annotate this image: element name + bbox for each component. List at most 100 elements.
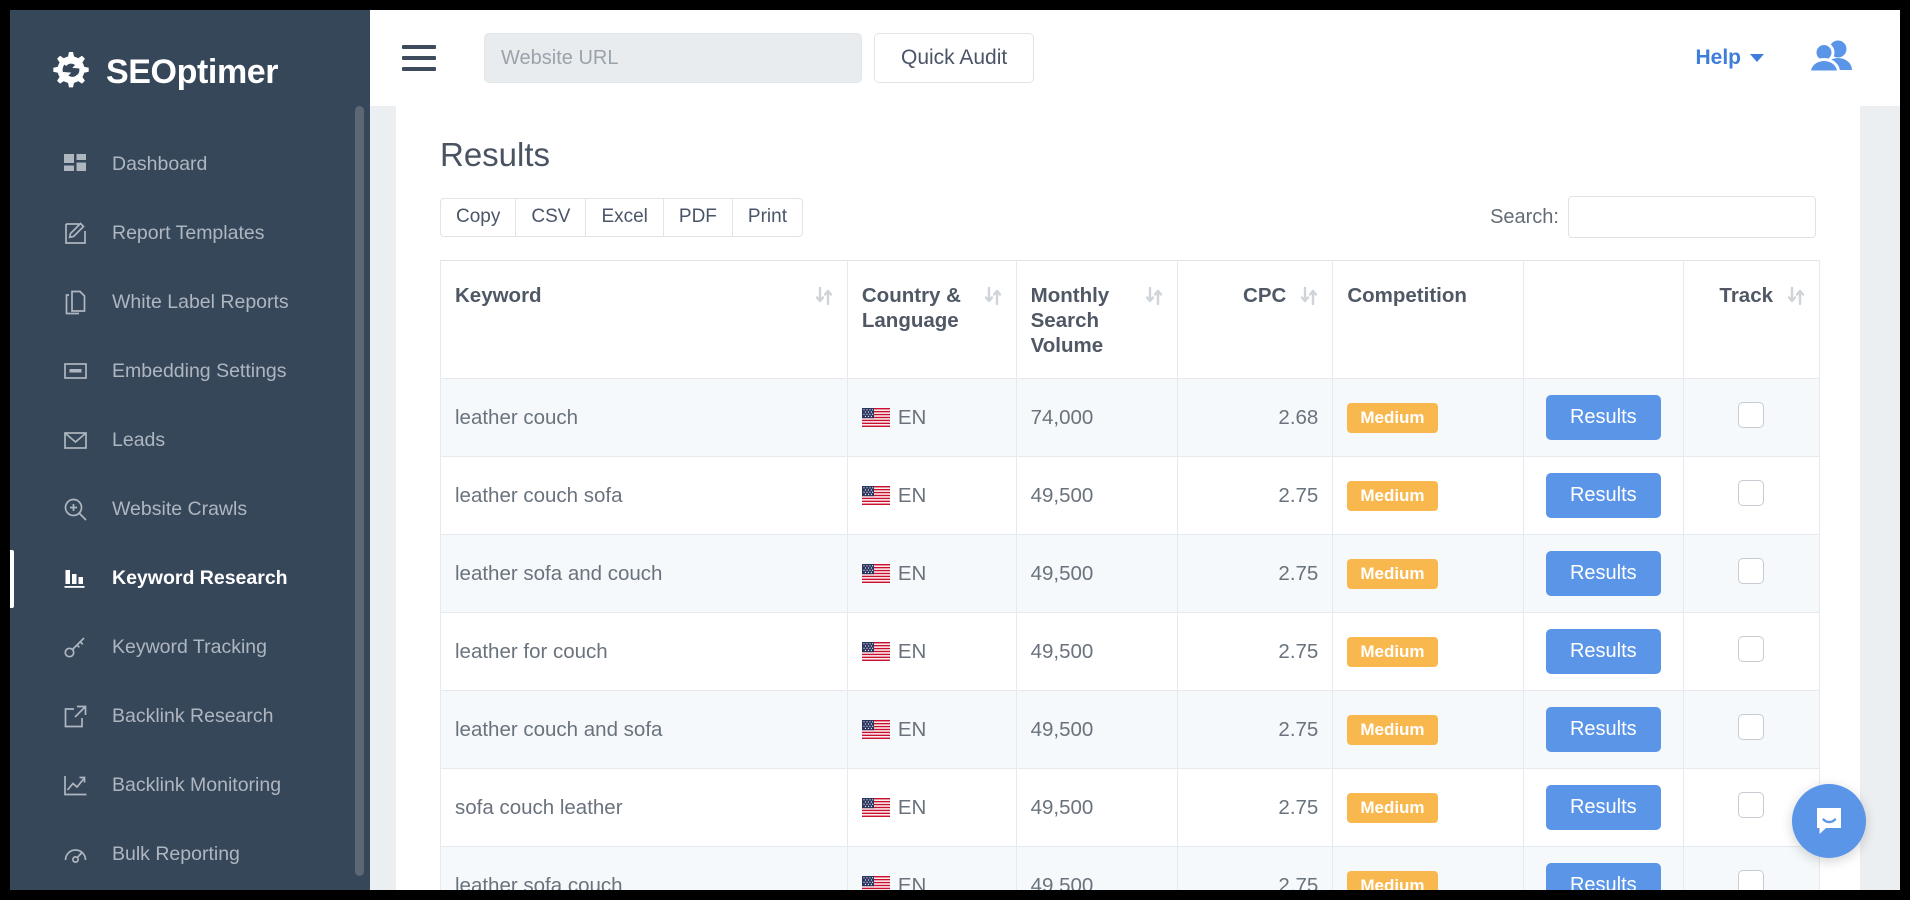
col-label: Country & Language [862, 283, 974, 333]
col-track[interactable]: Track [1683, 261, 1819, 379]
users-icon[interactable] [1808, 39, 1854, 78]
track-checkbox[interactable] [1738, 480, 1764, 506]
volume-value: 49,500 [1031, 562, 1094, 585]
us-flag-icon [862, 876, 898, 890]
brand-logo[interactable]: SEOptimer [10, 10, 370, 106]
track-checkbox[interactable] [1738, 558, 1764, 584]
results-button[interactable]: Results [1546, 629, 1661, 674]
pdf-button[interactable]: PDF [663, 198, 732, 237]
cell-country-language: EN [847, 613, 1016, 691]
track-checkbox[interactable] [1738, 870, 1764, 891]
sidebar-item-white-label-reports[interactable]: White Label Reports [10, 268, 370, 337]
website-url-input[interactable] [484, 33, 862, 83]
sidebar-item-keyword-research[interactable]: Keyword Research [10, 544, 370, 613]
col-country-language[interactable]: Country & Language [847, 261, 1016, 379]
csv-button[interactable]: CSV [515, 198, 585, 237]
track-checkbox[interactable] [1738, 792, 1764, 818]
keyword-text: leather couch and sofa [455, 718, 662, 741]
sidebar-item-label: Dashboard [112, 153, 207, 176]
sidebar-nav: Dashboard Report Templates White Label R… [10, 130, 370, 889]
sidebar-scrollbar[interactable] [355, 106, 364, 876]
status-badge: Medium [1347, 403, 1437, 433]
us-flag-icon [862, 720, 898, 739]
app-window: SEOptimer Dashboard Report Templates Whi… [10, 10, 1900, 890]
cell-competition: Medium [1333, 769, 1524, 847]
sidebar-item-label: Leads [112, 429, 165, 452]
us-flag-icon [862, 564, 898, 583]
cell-track [1683, 457, 1819, 535]
col-label: Monthly Search Volume [1031, 283, 1136, 358]
cell-competition: Medium [1333, 535, 1524, 613]
key-icon [62, 635, 88, 661]
bar-chart-icon [62, 566, 88, 592]
copy-button[interactable]: Copy [440, 198, 515, 237]
country-code: EN [898, 562, 926, 586]
table-controls: Copy CSV Excel PDF Print Search: [396, 196, 1860, 238]
results-card: Results Copy CSV Excel PDF Print Search: [396, 106, 1860, 890]
results-button[interactable]: Results [1546, 395, 1661, 440]
excel-button[interactable]: Excel [585, 198, 662, 237]
sidebar-item-label: Backlink Monitoring [112, 774, 281, 797]
keyword-text: leather sofa and couch [455, 562, 662, 585]
intercom-chat-icon[interactable] [1792, 784, 1866, 858]
sidebar-item-backlink-research[interactable]: Backlink Research [10, 682, 370, 751]
cell-monthly-search-volume: 49,500 [1016, 457, 1178, 535]
cell-monthly-search-volume: 49,500 [1016, 847, 1178, 891]
sort-icon [984, 286, 1002, 312]
cell-actions: Results [1524, 613, 1684, 691]
topbar-actions: Help [1695, 39, 1900, 78]
cpc-value: 2.75 [1278, 796, 1318, 819]
sidebar-item-dashboard[interactable]: Dashboard [10, 130, 370, 199]
sort-icon [1145, 286, 1163, 312]
us-flag-icon [862, 408, 898, 427]
track-checkbox[interactable] [1738, 402, 1764, 428]
documents-copy-icon [62, 290, 88, 316]
cell-actions: Results [1524, 379, 1684, 457]
cell-country-language: EN [847, 769, 1016, 847]
sidebar-item-backlink-monitoring[interactable]: Backlink Monitoring [10, 751, 370, 820]
results-button[interactable]: Results [1546, 707, 1661, 752]
hamburger-icon[interactable] [402, 45, 436, 71]
sidebar-item-website-crawls[interactable]: Website Crawls [10, 475, 370, 544]
sidebar-item-report-templates[interactable]: Report Templates [10, 199, 370, 268]
results-button[interactable]: Results [1546, 551, 1661, 596]
magnifier-plus-icon [62, 497, 88, 523]
sidebar-item-embedding-settings[interactable]: Embedding Settings [10, 337, 370, 406]
cell-track [1683, 613, 1819, 691]
col-competition[interactable]: Competition [1333, 261, 1524, 379]
results-button[interactable]: Results [1546, 863, 1661, 890]
track-checkbox[interactable] [1738, 714, 1764, 740]
sidebar-item-leads[interactable]: Leads [10, 406, 370, 475]
col-cpc[interactable]: CPC [1178, 261, 1333, 379]
results-button[interactable]: Results [1546, 785, 1661, 830]
cell-cpc: 2.75 [1178, 613, 1333, 691]
cell-cpc: 2.75 [1178, 691, 1333, 769]
cell-monthly-search-volume: 49,500 [1016, 769, 1178, 847]
track-checkbox[interactable] [1738, 636, 1764, 662]
print-button[interactable]: Print [732, 198, 803, 237]
sidebar-item-keyword-tracking[interactable]: Keyword Tracking [10, 613, 370, 682]
search-input[interactable] [1568, 196, 1816, 238]
col-monthly-search-volume[interactable]: Monthly Search Volume [1016, 261, 1178, 379]
sidebar-item-bulk-reporting[interactable]: Bulk Reporting [10, 820, 370, 889]
cpc-value: 2.75 [1278, 484, 1318, 507]
dashboard-grid-icon [62, 152, 88, 178]
content-area: Results Copy CSV Excel PDF Print Search: [370, 106, 1900, 890]
results-button[interactable]: Results [1546, 473, 1661, 518]
quick-audit-button[interactable]: Quick Audit [874, 33, 1034, 83]
country-code: EN [898, 718, 926, 742]
help-menu[interactable]: Help [1695, 46, 1764, 70]
search-label: Search: [1490, 206, 1559, 229]
volume-value: 74,000 [1031, 406, 1094, 429]
cell-cpc: 2.75 [1178, 535, 1333, 613]
table-scroll-container: Keyword Country & Language Monthly Searc… [396, 260, 1860, 890]
cell-track [1683, 379, 1819, 457]
keyword-text: leather couch [455, 406, 578, 429]
status-badge: Medium [1347, 715, 1437, 745]
volume-value: 49,500 [1031, 484, 1094, 507]
col-keyword[interactable]: Keyword [441, 261, 848, 379]
sort-icon [815, 286, 833, 312]
cell-country-language: EN [847, 847, 1016, 891]
export-button-group: Copy CSV Excel PDF Print [440, 198, 803, 237]
col-label: Competition [1347, 283, 1467, 308]
